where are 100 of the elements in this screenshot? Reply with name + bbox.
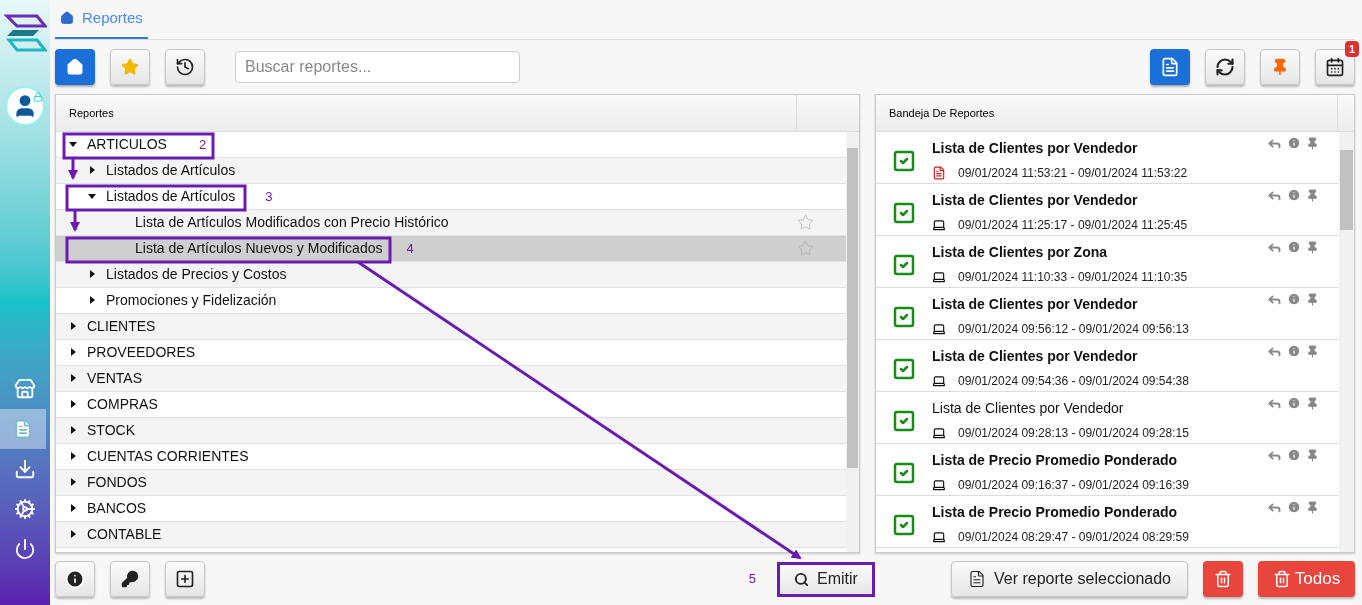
- tree-row[interactable]: COMPRAS: [56, 391, 846, 418]
- view-report-button[interactable]: Ver reporte seleccionado: [951, 561, 1188, 598]
- report-item[interactable]: Lista de Precio Promedio Ponderado 09/01/2024 08:29:47 - 09/01/2024 08:29:59: [876, 495, 1339, 548]
- laptop-icon: [932, 217, 946, 232]
- report-item[interactable]: Lista de Clientes por Zona 09/01/2024 11:10:33 - 09/01/2024 11:10:35: [876, 235, 1339, 288]
- tree-row[interactable]: Lista de Artículos Modificados con Precio Histórico: [56, 209, 846, 236]
- pin-button[interactable]: [1260, 48, 1300, 85]
- tree-label: PROVEEDORES: [87, 342, 196, 362]
- laptop-icon: [932, 321, 946, 336]
- info-button[interactable]: [55, 561, 95, 598]
- pin-icon[interactable]: [1306, 188, 1319, 202]
- document-button[interactable]: [1150, 48, 1190, 85]
- pin-icon[interactable]: [1306, 448, 1319, 462]
- tree-row[interactable]: Listados de Artículos: [56, 157, 846, 184]
- checkbox-checked-icon[interactable]: [892, 201, 916, 226]
- tree-label: Lista de Artículos Modificados con Precio Histórico: [135, 212, 449, 232]
- laptop-icon: [932, 477, 946, 492]
- tree-row[interactable]: PROVEEDORES: [56, 339, 846, 366]
- report-item[interactable]: Lista de Clientes por Vendedor 09/01/2024 09:56:12 - 09/01/2024 09:56:13: [876, 287, 1339, 340]
- tree-label: Lista de Artículos Nuevos y Modificados: [135, 238, 383, 258]
- report-title: Lista de Precio Promedio Ponderado: [932, 450, 1179, 470]
- tree-row[interactable]: FONDOS: [56, 469, 846, 496]
- star-icon[interactable]: [797, 213, 814, 231]
- info-icon[interactable]: [1287, 292, 1301, 307]
- report-item[interactable]: Lista de Clientes por Vendedor 09/01/2024 09:54:36 - 09/01/2024 09:54:38: [876, 339, 1339, 392]
- home-button[interactable]: [55, 48, 95, 85]
- info-icon[interactable]: [1287, 500, 1301, 515]
- caret-right-icon[interactable]: [68, 503, 78, 514]
- tree-row[interactable]: BANCOS: [56, 495, 846, 522]
- checkbox-checked-icon[interactable]: [892, 305, 916, 330]
- caret-right-icon[interactable]: [87, 165, 97, 176]
- info-icon[interactable]: [1287, 396, 1301, 411]
- caret-right-icon[interactable]: [68, 529, 78, 540]
- home-icon: [66, 57, 84, 76]
- pin-icon[interactable]: [1306, 500, 1319, 514]
- report-time: 09/01/2024 11:10:33 - 09/01/2024 11:10:35: [958, 268, 1188, 286]
- checkbox-checked-icon[interactable]: [892, 461, 916, 486]
- pin-icon[interactable]: [1306, 240, 1319, 254]
- caret-right-icon[interactable]: [68, 477, 78, 488]
- caret-right-icon[interactable]: [87, 269, 97, 280]
- emit-button[interactable]: Emitir: [777, 561, 875, 597]
- caret-right-icon[interactable]: [68, 451, 78, 462]
- pin-icon[interactable]: [1306, 396, 1319, 410]
- pdf-file-icon: [932, 165, 946, 180]
- laptop-icon: [932, 529, 946, 544]
- history-button[interactable]: [165, 48, 205, 85]
- info-icon[interactable]: [1287, 344, 1301, 359]
- info-icon[interactable]: [1287, 136, 1301, 151]
- report-title: Lista de Precio Promedio Ponderado: [932, 502, 1179, 522]
- checkbox-checked-icon[interactable]: [892, 513, 916, 538]
- pin-icon[interactable]: [1306, 136, 1319, 150]
- calendar-icon: [1325, 56, 1345, 77]
- pin-icon[interactable]: [1306, 344, 1319, 358]
- tree-row[interactable]: VENTAS: [56, 365, 846, 392]
- pin-icon[interactable]: [1306, 292, 1319, 306]
- refresh-icon: [1215, 56, 1235, 77]
- step-number: 2: [198, 135, 207, 154]
- caret-right-icon[interactable]: [68, 321, 78, 332]
- tree-row[interactable]: STOCK: [56, 417, 846, 444]
- tree-label: CLIENTES: [87, 316, 156, 336]
- caret-right-icon[interactable]: [68, 425, 78, 436]
- caret-right-icon[interactable]: [68, 347, 78, 358]
- tree-label: BANCOS: [87, 498, 147, 518]
- checkbox-checked-icon[interactable]: [892, 253, 916, 278]
- scrollbar[interactable]: [1339, 131, 1354, 553]
- trash-icon: [1272, 570, 1291, 589]
- tree-row[interactable]: CUENTAS CORRIENTES: [56, 443, 846, 470]
- caret-right-icon[interactable]: [68, 399, 78, 410]
- report-time: 09/01/2024 11:25:17 - 09/01/2024 11:25:45: [958, 216, 1188, 234]
- report-title: Lista de Clientes por Vendedor: [932, 138, 1139, 158]
- report-item[interactable]: Lista de Precio Promedio Ponderado 09/01/2024 09:16:37 - 09/01/2024 09:16:39: [876, 443, 1339, 496]
- caret-right-icon[interactable]: [87, 295, 97, 306]
- checkbox-checked-icon[interactable]: [892, 149, 916, 174]
- user-avatar[interactable]: [5, 86, 45, 126]
- refresh-button[interactable]: [1205, 48, 1245, 85]
- search-field[interactable]: Buscar reportes...: [235, 50, 520, 83]
- report-title: Lista de Clientes por Vendedor: [932, 346, 1139, 366]
- tree-row[interactable]: CONTABLE: [56, 521, 846, 548]
- scrollbar[interactable]: [846, 131, 859, 553]
- info-icon[interactable]: [1287, 448, 1301, 463]
- delete-all-button[interactable]: Todos: [1258, 561, 1355, 598]
- checkbox-checked-icon[interactable]: [892, 357, 916, 382]
- report-item[interactable]: Lista de Clientes por Vendedor 09/01/2024 11:25:17 - 09/01/2024 11:25:45: [876, 183, 1339, 236]
- caret-right-icon[interactable]: [68, 373, 78, 384]
- report-item[interactable]: Lista de Clientes por Vendedor 09/01/2024 09:28:13 - 09/01/2024 09:28:15: [876, 391, 1339, 444]
- checkbox-checked-icon[interactable]: [892, 409, 916, 434]
- tree-row[interactable]: Promociones y Fidelización: [56, 287, 846, 314]
- key-button[interactable]: [110, 561, 150, 598]
- report-item[interactable]: Lista de Clientes por Vendedor 09/01/2024 11:53:21 - 09/01/2024 11:53:22: [876, 131, 1339, 184]
- tree-label: Listados de Precios y Costos: [106, 264, 287, 284]
- report-time: 09/01/2024 09:28:13 - 09/01/2024 09:28:15: [958, 424, 1189, 442]
- info-icon: [65, 569, 85, 590]
- tree-row[interactable]: CLIENTES: [56, 313, 846, 340]
- pin-icon: [1271, 57, 1289, 76]
- info-icon[interactable]: [1287, 188, 1301, 203]
- info-icon[interactable]: [1287, 240, 1301, 255]
- step-number: 4: [406, 239, 414, 258]
- add-button[interactable]: [165, 561, 205, 598]
- delete-button[interactable]: [1203, 561, 1243, 598]
- star-icon[interactable]: [797, 239, 814, 257]
